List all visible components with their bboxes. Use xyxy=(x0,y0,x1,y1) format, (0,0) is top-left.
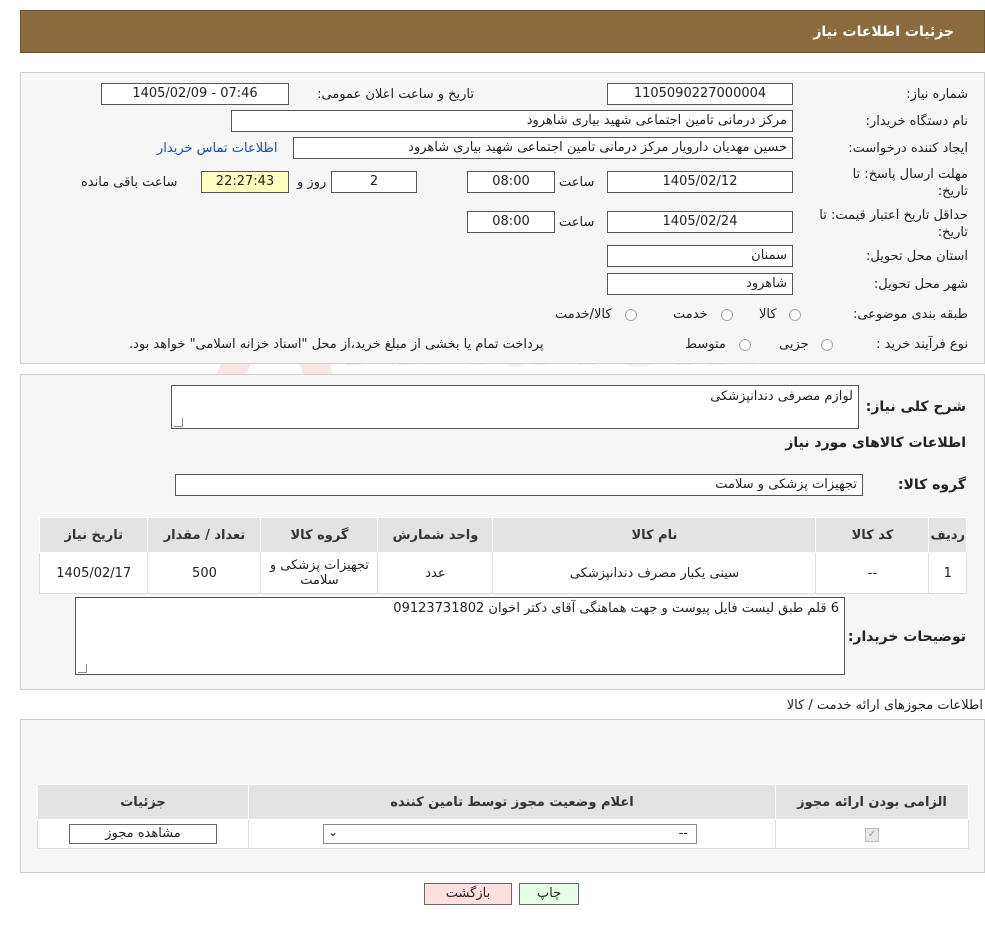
announce-field: 1405/02/09 - 07:46 xyxy=(101,83,289,105)
notes-resize-handle[interactable] xyxy=(78,664,87,673)
goods-table-header: ردیف کد کالا نام کالا واحد شمارش گروه کا… xyxy=(38,517,967,553)
print-button[interactable]: چاپ xyxy=(519,883,579,905)
cell-name: سینی یکبار مصرف دندانپزشکی xyxy=(492,552,817,594)
col-details: جزئیات xyxy=(37,784,249,820)
cell-group: تجهیزات پزشکی و سلامت xyxy=(260,552,379,594)
need-number-field: 1105090227000004 xyxy=(607,83,793,105)
buyer-org-label: نام دستگاه خریدار: xyxy=(865,114,968,129)
deadline-label: مهلت ارسال پاسخ: تا تاریخ: xyxy=(852,167,968,199)
col-status: اعلام وضعیت مجوز توسط تامین کننده xyxy=(248,784,776,820)
cell-unit: عدد xyxy=(377,552,494,594)
col-group: گروه کالا xyxy=(260,517,379,553)
page-title: جزئیات اطلاعات نیاز xyxy=(813,24,954,40)
province-label: استان محل تحویل: xyxy=(866,249,968,264)
buyer-contact-link[interactable]: اطلاعات تماس خریدار xyxy=(157,141,277,156)
process-option-minor: جزیی xyxy=(779,337,809,352)
permit-status-select[interactable]: -- ⌄ xyxy=(323,824,697,844)
city-label: شهر محل تحویل: xyxy=(873,277,968,292)
col-row: ردیف xyxy=(928,517,967,553)
category-radio-goods[interactable] xyxy=(789,309,801,321)
need-number-label: شماره نیاز: xyxy=(906,87,968,102)
chevron-down-icon: ⌄ xyxy=(328,825,339,839)
buyer-notes-label: توضیحات خریدار: xyxy=(847,629,966,645)
summary-resize-handle[interactable] xyxy=(174,418,183,427)
cell-qty: 500 xyxy=(147,552,262,594)
buyer-org-field: مرکز درمانی تامین اجتماعی شهید بیاری شاه… xyxy=(231,110,793,132)
creator-field: حسین مهدیان دارویار مرکز درمانی تامین اج… xyxy=(293,137,793,159)
select-value: -- xyxy=(678,826,688,841)
cell-details: مشاهده مجوز xyxy=(37,819,249,849)
cell-status: -- ⌄ xyxy=(248,819,776,849)
col-name: نام کالا xyxy=(492,517,817,553)
cell-code: -- xyxy=(815,552,930,594)
cell-date: 1405/02/17 xyxy=(38,552,149,594)
category-option-both: کالا/خدمت xyxy=(555,307,612,322)
validity-label: حداقل تاریخ اعتبار قیمت: تا تاریخ: xyxy=(819,208,968,240)
group-label: گروه کالا: xyxy=(897,477,966,493)
required-checkbox[interactable]: ✓ xyxy=(865,828,879,842)
goods-section-title: اطلاعات کالاهای مورد نیاز xyxy=(785,435,966,451)
creator-label: ایجاد کننده درخواست: xyxy=(848,141,968,156)
permits-table: الزامی بودن ارائه مجوز اعلام وضعیت مجوز … xyxy=(37,784,969,849)
category-radio-service[interactable] xyxy=(721,309,733,321)
days-label: روز و xyxy=(297,175,327,190)
col-qty: تعداد / مقدار xyxy=(147,517,262,553)
days-field: 2 xyxy=(331,171,417,193)
process-option-medium: متوسط xyxy=(685,337,726,352)
remaining-label: ساعت باقی مانده xyxy=(81,175,178,190)
deadline-time-label: ساعت xyxy=(559,175,595,190)
col-required: الزامی بودن ارائه مجوز xyxy=(775,784,969,820)
city-field: شاهرود xyxy=(607,273,793,295)
process-note: پرداخت تمام یا بخشی از مبلغ خرید،از محل … xyxy=(129,337,544,352)
validity-time-field: 08:00 xyxy=(467,211,555,233)
category-option-goods: کالا xyxy=(759,307,777,322)
col-unit: واحد شمارش xyxy=(377,517,494,553)
validity-time-label: ساعت xyxy=(559,215,595,230)
cell-row: 1 xyxy=(928,552,967,594)
permits-panel: الزامی بودن ارائه مجوز اعلام وضعیت مجوز … xyxy=(20,719,985,873)
province-field: سمنان xyxy=(607,245,793,267)
deadline-date-field: 1405/02/12 xyxy=(607,171,793,193)
process-radio-medium[interactable] xyxy=(739,339,751,351)
goods-panel: شرح کلی نیاز: لوازم مصرفی دندانپزشکی اطل… xyxy=(20,374,985,690)
category-label: طبقه بندی موضوعی: xyxy=(852,307,968,322)
goods-table: ردیف کد کالا نام کالا واحد شمارش گروه کا… xyxy=(38,517,967,594)
col-date: تاریخ نیاز xyxy=(38,517,149,553)
category-radio-both[interactable] xyxy=(625,309,637,321)
process-radio-minor[interactable] xyxy=(821,339,833,351)
page-header: جزئیات اطلاعات نیاز xyxy=(20,10,985,53)
category-option-service: خدمت xyxy=(673,307,708,322)
summary-label: شرح کلی نیاز: xyxy=(865,399,966,415)
back-button[interactable]: بازگشت xyxy=(424,883,512,905)
process-label: نوع فرآیند خرید : xyxy=(876,337,968,352)
cell-required: ✓ xyxy=(775,819,969,849)
col-code: کد کالا xyxy=(815,517,930,553)
permits-table-header: الزامی بودن ارائه مجوز اعلام وضعیت مجوز … xyxy=(37,784,969,820)
view-permit-button[interactable]: مشاهده مجوز xyxy=(69,824,217,844)
validity-date-field: 1405/02/24 xyxy=(607,211,793,233)
need-info-panel: شماره نیاز: 1105090227000004 تاریخ و ساع… xyxy=(20,72,985,364)
table-row: ✓ -- ⌄ مشاهده مجوز xyxy=(37,819,969,849)
buyer-notes-field: 6 قلم طبق لیست فایل پیوست و جهت هماهنگی … xyxy=(75,597,845,675)
table-row: 1 -- سینی یکبار مصرف دندانپزشکی عدد تجهی… xyxy=(38,552,967,594)
summary-field: لوازم مصرفی دندانپزشکی xyxy=(171,385,859,429)
remaining-time-field: 22:27:43 xyxy=(201,171,289,193)
permits-title: اطلاعات مجوزهای ارائه خدمت / کالا xyxy=(786,698,983,713)
deadline-time-field: 08:00 xyxy=(467,171,555,193)
announce-label: تاریخ و ساعت اعلان عمومی: xyxy=(317,87,474,102)
group-field: تجهیزات پزشکی و سلامت xyxy=(175,474,863,496)
